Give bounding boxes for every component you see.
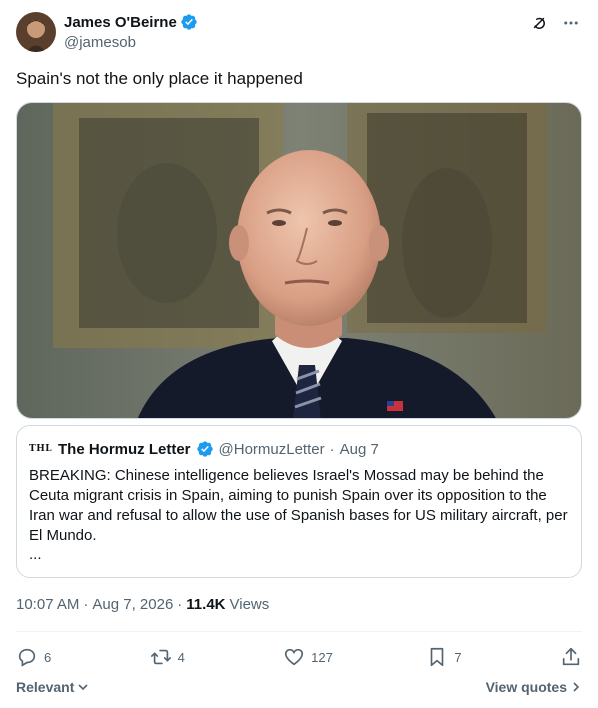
quoted-separator: · xyxy=(329,440,335,458)
chevron-right-icon xyxy=(573,682,580,692)
quoted-tweet-card[interactable]: THL The Hormuz Letter @HormuzLetter · Au… xyxy=(16,425,582,578)
author-avatar[interactable] xyxy=(16,12,56,52)
verified-badge-icon xyxy=(180,13,198,31)
quoted-date: Aug 7 xyxy=(339,440,379,458)
tweet-header: James O'Beirne @jamesob xyxy=(16,12,582,56)
replies-footer: Relevant View quotes xyxy=(16,679,582,695)
more-options-icon[interactable] xyxy=(560,12,582,34)
repost-icon xyxy=(150,649,171,665)
quoted-tweet-header: THL The Hormuz Letter @HormuzLetter · Au… xyxy=(29,440,569,458)
quoted-author-avatar-logo: THL xyxy=(29,444,53,454)
reply-button[interactable]: 6 xyxy=(16,646,56,668)
grok-icon[interactable] xyxy=(528,12,550,34)
sort-relevant-label: Relevant xyxy=(16,679,75,695)
author-info: James O'Beirne @jamesob xyxy=(64,13,198,51)
view-quotes-label: View quotes xyxy=(485,679,567,695)
like-count: 127 xyxy=(311,649,333,665)
like-button[interactable]: 127 xyxy=(283,646,333,668)
tweet-time[interactable]: 10:07 AM xyxy=(16,596,79,613)
view-quotes-link[interactable]: View quotes xyxy=(486,679,582,695)
reply-icon xyxy=(18,648,36,667)
bookmark-button[interactable]: 7 xyxy=(426,646,466,668)
quoted-tweet-ellipsis: ... xyxy=(29,546,42,563)
tweet-meta: 10:07 AM · Aug 7, 2026 · 11.4K Views xyxy=(16,596,269,613)
divider xyxy=(16,631,582,632)
meta-separator: · xyxy=(83,596,89,613)
repost-button[interactable]: 4 xyxy=(150,646,190,668)
header-actions xyxy=(528,12,582,34)
share-button[interactable] xyxy=(560,646,582,668)
bookmark-count: 7 xyxy=(454,649,462,665)
action-bar: 6 4 127 7 xyxy=(16,643,582,671)
author-display-name[interactable]: James O'Beirne xyxy=(64,14,177,31)
quoted-tweet-text: BREAKING: Chinese intelligence believes … xyxy=(29,467,568,544)
chevron-down-icon xyxy=(78,684,88,691)
meta-separator: · xyxy=(177,596,183,613)
repost-count: 4 xyxy=(177,649,185,665)
quoted-verified-badge-icon xyxy=(196,440,214,458)
tweet-date[interactable]: Aug 7, 2026 xyxy=(92,596,173,613)
share-icon xyxy=(562,647,580,666)
sort-relevant-dropdown[interactable]: Relevant xyxy=(16,679,89,695)
views-count[interactable]: 11.4K xyxy=(186,596,225,613)
tweet-text: Spain's not the only place it happened xyxy=(16,69,303,88)
author-handle[interactable]: @jamesob xyxy=(64,34,198,51)
views-label: Views xyxy=(229,596,270,613)
bookmark-icon xyxy=(431,647,444,667)
tweet-photo[interactable] xyxy=(16,102,582,419)
heart-icon xyxy=(285,648,304,666)
quoted-author-name: The Hormuz Letter xyxy=(58,440,191,458)
reply-count: 6 xyxy=(44,649,52,665)
quoted-author-handle: @HormuzLetter xyxy=(218,440,325,458)
